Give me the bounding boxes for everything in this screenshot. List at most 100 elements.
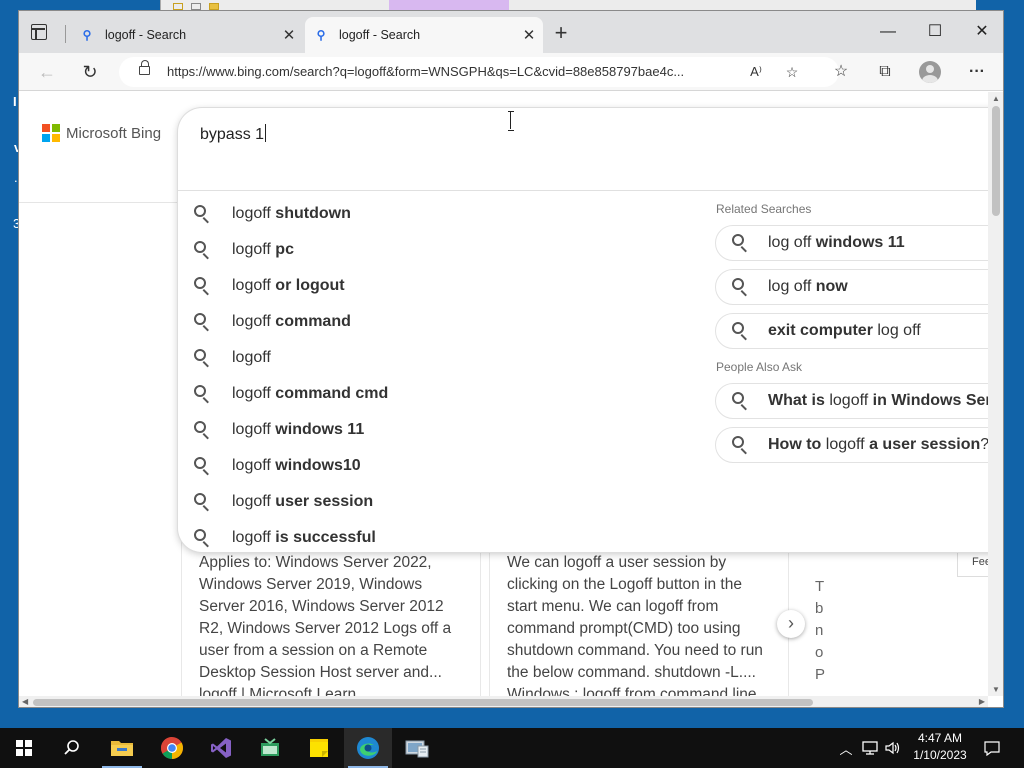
search-input[interactable]: bypass 1 (200, 124, 267, 144)
card-text-line: shutdown command. You need to run (507, 642, 763, 659)
card-source[interactable]: Windows : logoff from command line (507, 684, 771, 696)
maximize-button[interactable]: ☐ (912, 19, 958, 45)
search-icon (192, 456, 212, 476)
system-clock[interactable]: 4:47 AM 1/10/2023 (900, 730, 980, 764)
suggestion-item[interactable]: logoff user session (178, 486, 698, 518)
close-tab-icon[interactable]: ✕ (279, 26, 299, 44)
taskbar: ︿ 4:47 AM 1/10/2023 (0, 728, 1024, 768)
carousel-next-button[interactable]: › (777, 610, 805, 638)
card-text-line: the below command. shutdown -L.... (507, 664, 756, 681)
sticky-notes-button[interactable] (295, 728, 343, 768)
horizontal-scrollbar[interactable]: ◀ ▶ (19, 696, 988, 707)
search-icon (64, 740, 79, 755)
sticky-notes-icon (310, 739, 328, 757)
card-text-line: start menu. We can logoff from (507, 598, 719, 615)
network-app-button[interactable] (393, 728, 441, 768)
close-window-button[interactable]: ✕ (959, 19, 1003, 45)
related-searches-label: Related Searches (716, 202, 812, 216)
tab-inactive[interactable]: ⚲ logoff - Search ✕ (71, 17, 303, 53)
search-icon (192, 348, 212, 368)
clock-date: 1/10/2023 (913, 748, 967, 762)
related-search-chip[interactable]: exit computer log off (715, 313, 988, 349)
close-tab-icon[interactable]: ✕ (519, 26, 539, 44)
background-window-edge (160, 0, 976, 10)
feedback-button[interactable]: Fee (957, 549, 988, 577)
related-search-chip[interactable]: log off windows 11 (715, 225, 988, 261)
new-tab-button[interactable]: + (551, 22, 571, 44)
people-also-ask-chip[interactable]: What is logoff in Windows Serv (715, 383, 988, 419)
scrollbar-thumb[interactable] (33, 699, 813, 706)
search-icon (730, 435, 750, 455)
search-icon (730, 233, 750, 253)
people-also-ask-label: People Also Ask (716, 360, 803, 374)
network-icon[interactable] (858, 728, 882, 768)
start-button[interactable] (0, 728, 48, 768)
refresh-button[interactable]: ↻ (76, 58, 104, 86)
bing-logo[interactable]: Microsoft Bing (42, 124, 161, 142)
search-icon (192, 384, 212, 404)
back-button[interactable]: ← (33, 58, 61, 86)
tab-actions-icon[interactable] (31, 24, 47, 40)
file-explorer-button[interactable] (98, 728, 146, 768)
search-icon (192, 276, 212, 296)
search-button[interactable] (48, 728, 96, 768)
favorites-icon[interactable]: ☆ (827, 58, 855, 86)
suggestion-item[interactable]: logoff command (178, 306, 698, 338)
url-text[interactable]: https://www.bing.com/search?q=logoff&for… (167, 64, 733, 79)
notifications-icon[interactable] (980, 728, 1004, 768)
card-text-line: Windows Server 2019, Windows (199, 576, 423, 593)
address-bar[interactable]: https://www.bing.com/search?q=logoff&for… (119, 57, 839, 87)
edge-button[interactable] (344, 728, 392, 768)
search-favicon-icon: ⚲ (316, 28, 326, 42)
read-aloud-icon[interactable]: A⁾ (745, 61, 767, 83)
vertical-scrollbar[interactable]: ▲ ▼ (988, 92, 1003, 696)
tab-title: logoff - Search (105, 28, 187, 42)
answer-card[interactable]: We can logoff a user session by clicking… (489, 540, 789, 696)
add-favorite-icon[interactable]: ☆ (781, 61, 803, 83)
more-icon[interactable]: ··· (963, 58, 991, 86)
suggestion-item[interactable]: logoff windows10 (178, 450, 698, 482)
answer-card[interactable]: Applies to: Windows Server 2022, Windows… (181, 540, 481, 696)
suggestion-item[interactable]: logoff or logout (178, 270, 698, 302)
bing-logo-text: Microsoft Bing (66, 124, 162, 142)
search-icon (192, 312, 212, 332)
tab-active[interactable]: ⚲ logoff - Search ✕ (305, 17, 543, 53)
suggestion-item[interactable]: logoff command cmd (178, 378, 698, 410)
suggestion-item[interactable]: logoff windows 11 (178, 414, 698, 446)
page-content: Microsoft Bing Applies to: Windows Serve… (19, 92, 988, 696)
card-text-line: Server 2016, Windows Server 2012 (199, 598, 444, 615)
network-app-icon (405, 740, 429, 758)
suggestion-item[interactable]: logoff pc (178, 234, 698, 266)
app-icon (261, 738, 279, 756)
edge-icon (357, 737, 379, 759)
collections-icon[interactable]: ⧉ (871, 58, 899, 86)
app-button[interactable] (246, 728, 294, 768)
card-fragment: o (815, 644, 824, 661)
suggestion-item[interactable]: logoff is successful (178, 522, 698, 554)
minimize-button[interactable]: — (865, 19, 911, 45)
related-search-chip[interactable]: log off now (715, 269, 988, 305)
navigation-bar: ← ↻ https://www.bing.com/search?q=logoff… (19, 53, 1003, 91)
show-hidden-icons-icon[interactable]: ︿ (836, 728, 856, 768)
suggestion-item[interactable]: logoff (178, 342, 698, 374)
card-text-line: clicking on the Logoff button in the (507, 576, 742, 593)
chrome-button[interactable] (148, 728, 196, 768)
search-suggestion-panel: bypass 1 logoff shutdown logoff pc logof… (178, 108, 988, 552)
card-text-line: R2, Windows Server 2012 Logs off a (199, 620, 452, 637)
card-fragment: T (815, 578, 825, 595)
card-text-line: command prompt(CMD) too using (507, 620, 741, 637)
answer-cards: Applies to: Windows Server 2022, Windows… (181, 540, 988, 696)
suggestion-item[interactable]: logoff shutdown (178, 198, 698, 230)
clock-time: 4:47 AM (917, 731, 963, 745)
card-source[interactable]: logoff | Microsoft Learn (199, 684, 463, 696)
search-icon (192, 240, 212, 260)
search-favicon-icon: ⚲ (82, 28, 92, 42)
search-icon (730, 391, 750, 411)
lock-icon[interactable] (139, 60, 150, 75)
scrollbar-thumb[interactable] (992, 106, 1000, 216)
people-also-ask-chip[interactable]: How to logoff a user session? (715, 427, 988, 463)
card-fragment: P (815, 666, 826, 683)
tab-strip: ⚲ logoff - Search ✕ ⚲ logoff - Search ✕ … (19, 11, 1003, 53)
profile-icon[interactable] (919, 61, 941, 83)
visual-studio-button[interactable] (197, 728, 245, 768)
